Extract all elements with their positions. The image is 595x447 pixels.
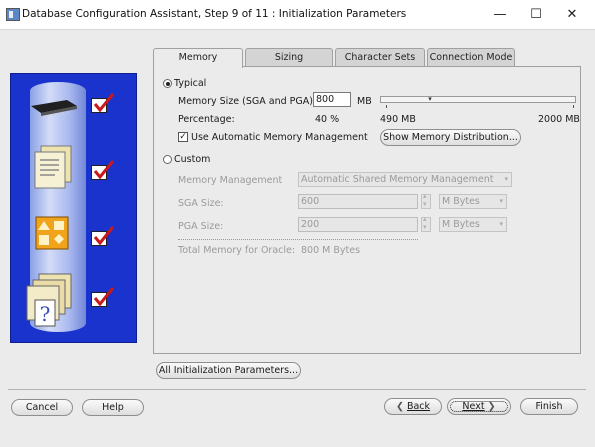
maximize-button[interactable]: ☐ [518,5,554,25]
wizard-side-illustration: ? [10,73,137,343]
title-bar: Database Configuration Assistant, Step 9… [0,0,595,30]
finish-button[interactable]: Finish [520,398,578,415]
memory-chip-icon [31,100,77,118]
memory-size-label: Memory Size (SGA and PGA): [178,96,317,107]
pga-unit-select[interactable]: M Bytes ▾ [439,217,507,232]
step-complete-check-2 [91,160,115,180]
separator-line [178,239,418,240]
custom-label: Custom [174,154,211,165]
percentage-value: 40 % [315,114,340,125]
slider-tick-min [386,105,387,108]
chevron-down-icon: ▾ [499,197,503,205]
close-button[interactable]: ✕ [554,5,590,25]
shapes-icon [35,216,69,250]
slider-tick-max [573,105,574,108]
back-arrow-icon: ❮ [395,401,404,412]
custom-radio[interactable] [163,155,172,164]
slider-current-value: 490 MB [380,114,416,125]
total-memory-value: 800 M Bytes [301,245,361,256]
footer-divider [8,389,586,390]
pga-size-spinner[interactable] [421,215,431,232]
memory-size-unit: MB [357,96,372,107]
back-label: Back [406,401,431,412]
slider-thumb[interactable]: ▾ [425,96,435,103]
next-button[interactable]: Next ❯ [447,398,511,415]
memory-slider[interactable]: ▾ [380,96,576,103]
total-memory-label: Total Memory for Oracle: [178,245,296,256]
tab-character-sets[interactable]: Character Sets [335,48,425,67]
memory-management-select[interactable]: Automatic Shared Memory Management ▾ [298,172,512,187]
sga-unit-value: M Bytes [442,196,480,207]
help-button[interactable]: Help [82,399,144,416]
typical-radio[interactable] [163,79,172,88]
svg-text:?: ? [40,302,51,326]
step-complete-check-3 [91,226,115,246]
chevron-down-icon: ▾ [504,175,508,183]
memory-management-label: Memory Management [178,175,283,186]
tab-connection-mode[interactable]: Connection Mode [427,48,515,67]
percentage-label: Percentage: [178,114,235,125]
chevron-down-icon: ▾ [499,220,503,228]
window-title: Database Configuration Assistant, Step 9… [22,8,407,20]
memory-size-input[interactable]: 800 [313,92,351,107]
all-initialization-parameters-button[interactable]: All Initialization Parameters... [156,362,301,379]
sga-size-input[interactable]: 600 [298,194,418,209]
sga-unit-select[interactable]: M Bytes ▾ [439,194,507,209]
sga-size-spinner[interactable] [421,192,431,209]
show-memory-distribution-button[interactable]: Show Memory Distribution... [380,129,521,146]
step-complete-check-4 [91,287,115,307]
typical-label: Typical [174,78,207,89]
pga-size-label: PGA Size: [178,221,224,232]
tab-sizing[interactable]: Sizing [245,48,333,67]
next-arrow-icon: ❯ [487,401,496,412]
documents-icon [34,145,72,189]
memory-management-value: Automatic Shared Memory Management [301,174,494,185]
pga-size-input[interactable]: 200 [298,217,418,232]
step-complete-check-1 [91,93,115,113]
app-icon [6,8,20,21]
help-documents-icon: ? [26,273,72,327]
tab-memory[interactable]: Memory [153,48,243,68]
back-button[interactable]: ❮ Back [384,398,442,415]
memory-tab-panel [153,66,581,354]
pga-unit-value: M Bytes [442,219,480,230]
next-label: Next [462,401,485,412]
cancel-button[interactable]: Cancel [11,399,73,416]
slider-max-value: 2000 MB [538,114,580,125]
amm-checkbox[interactable]: ✓ [178,132,188,142]
sga-size-label: SGA Size: [178,198,224,209]
minimize-button[interactable]: — [482,5,518,25]
amm-checkbox-label: Use Automatic Memory Management [191,132,368,143]
